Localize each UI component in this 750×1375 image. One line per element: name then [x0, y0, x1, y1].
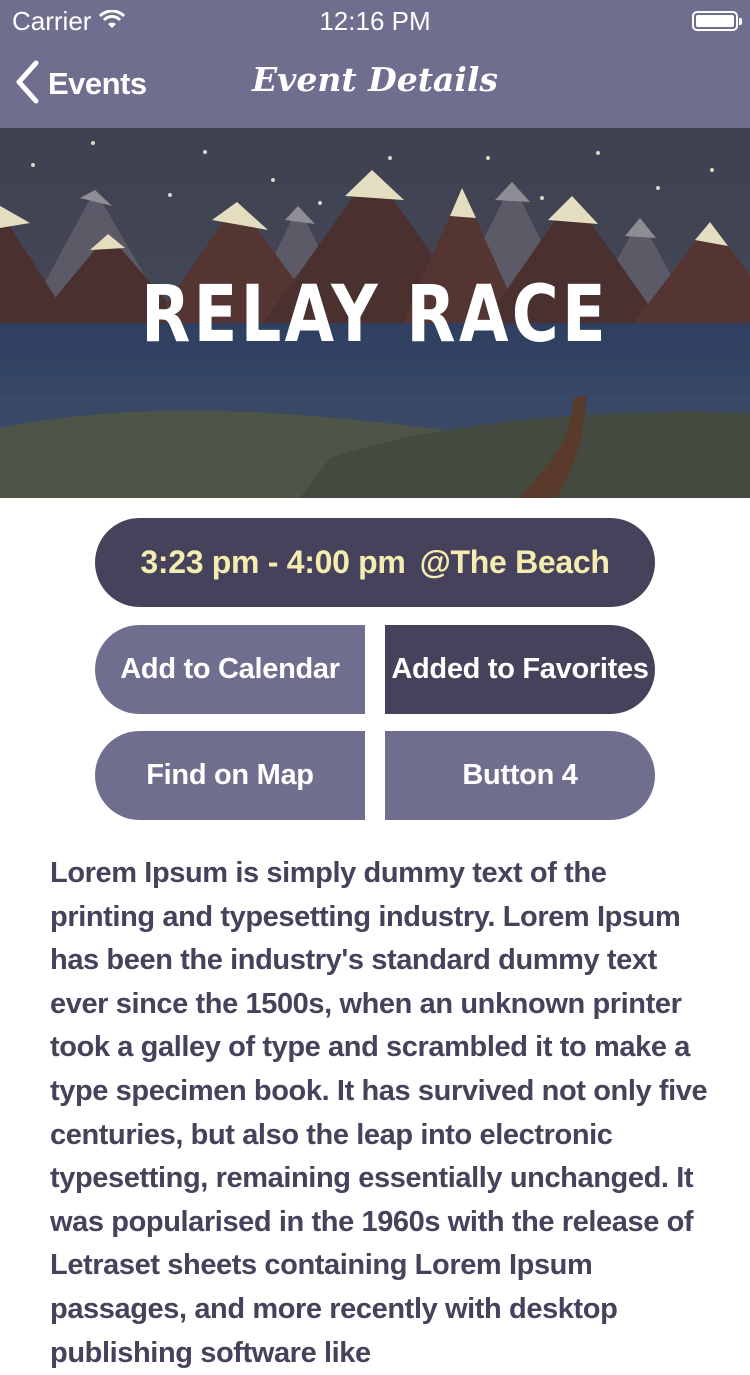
battery-icon — [692, 11, 742, 31]
hero-banner: RELAY RACE — [0, 128, 750, 498]
event-description: Lorem Ipsum is simply dummy text of the … — [50, 857, 708, 1369]
event-time-location-button[interactable]: 3:23 pm - 4:00 pm @The Beach — [95, 518, 655, 607]
added-to-favorites-button[interactable]: Added to Favorites — [385, 625, 655, 714]
button-4[interactable]: Button 4 — [385, 731, 655, 820]
page-title: Event Details — [252, 60, 498, 99]
find-on-map-button[interactable]: Find on Map — [95, 731, 365, 820]
event-title: RELAY RACE — [141, 270, 609, 360]
status-bar-time: 12:16 PM — [319, 6, 431, 36]
event-location: @The Beach — [419, 544, 610, 580]
add-to-calendar-button[interactable]: Add to Calendar — [95, 625, 365, 714]
event-time: 3:23 pm - 4:00 pm — [140, 544, 406, 580]
navigation-header: Carrier 12:16 PM Events Event Details — [0, 0, 750, 128]
